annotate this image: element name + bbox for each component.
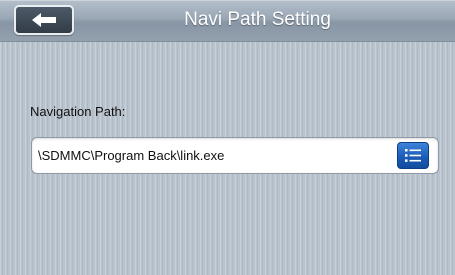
title-bar: Navi Path Setting: [0, 0, 455, 42]
page-title: Navi Path Setting: [184, 9, 331, 30]
navigation-path-field[interactable]: \SDMMC\Program Back\link.exe: [31, 137, 439, 174]
arrow-left-icon: [32, 13, 56, 27]
navigation-path-value: \SDMMC\Program Back\link.exe: [38, 148, 225, 163]
list-icon: [405, 149, 421, 162]
navigation-path-label: Navigation Path:: [30, 104, 126, 119]
back-button[interactable]: [14, 5, 74, 35]
browse-button[interactable]: [397, 142, 429, 169]
screen: Navi Path Setting Navigation Path: \SDMM…: [0, 0, 455, 275]
